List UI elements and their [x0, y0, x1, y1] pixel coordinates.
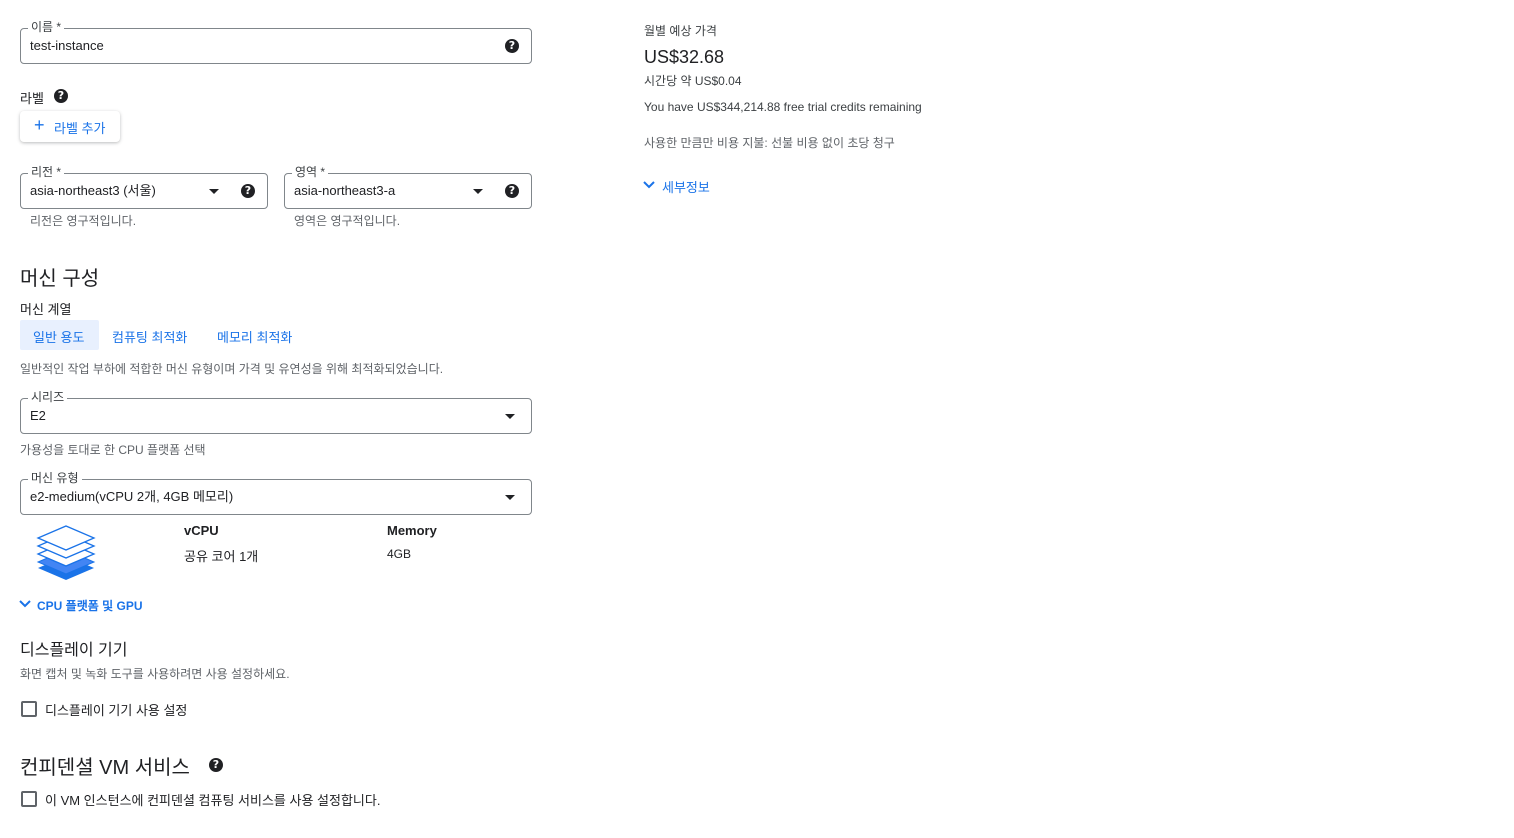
question-circle-icon[interactable]: ? [505, 184, 519, 198]
monthly-price: US$32.68 [644, 47, 725, 67]
machine-type-value: e2-medium(vCPU 2개, 4GB 메모리) [30, 489, 234, 504]
chevron-down-icon [643, 181, 655, 189]
name-field-label: 이름 * [28, 20, 65, 34]
series-value: E2 [30, 408, 46, 423]
region-select[interactable]: 리전 * asia-northeast3 (서울) ? [20, 165, 268, 209]
machine-config-title: 머신 구성 [20, 268, 100, 290]
name-field[interactable]: 이름 * test-instance ? [20, 20, 532, 64]
machine-type-select[interactable]: 머신 유형 e2-medium(vCPU 2개, 4GB 메모리) [20, 471, 532, 515]
display-device-description: 화면 캡처 및 녹화 도구를 사용하려면 사용 설정하세요. [20, 667, 290, 681]
confidential-vm-checkbox-label: 이 VM 인스턴스에 컨피덴셜 컴퓨팅 서비스를 사용 설정합니다. [45, 793, 381, 808]
zone-label: 영역 * [292, 165, 329, 179]
machine-family-description: 일반적인 작업 부하에 적합한 머신 유형이며 가격 및 유연성을 위해 최적화… [20, 362, 444, 376]
details-expander[interactable]: 세부정보 [642, 177, 722, 195]
tab-general-purpose[interactable]: 일반 용도 [20, 320, 99, 350]
region-value: asia-northeast3 (서울) [30, 183, 156, 198]
region-label: 리전 * [28, 165, 65, 179]
confidential-vm-title: 컨피덴셜 VM 서비스 [20, 757, 190, 779]
billing-note: 사용한 만큼만 비용 지불: 선불 비용 없이 초당 청구 [644, 136, 895, 150]
question-circle-icon[interactable]: ? [241, 184, 255, 198]
chevron-down-icon [19, 600, 31, 608]
cpu-gpu-expander[interactable]: CPU 플랫폼 및 GPU [18, 596, 158, 614]
chevron-down-icon [209, 189, 219, 194]
zone-value: asia-northeast3-a [294, 183, 396, 198]
chevron-down-icon [505, 495, 515, 500]
plus-icon: + [34, 115, 45, 135]
series-label: 시리즈 [28, 390, 68, 404]
vcpu-value: 공유 코어 1개 [184, 549, 259, 564]
name-input[interactable]: test-instance [30, 38, 104, 54]
tab-compute-optimized[interactable]: 컴퓨팅 최적화 [112, 327, 187, 346]
memory-value: 4GB [387, 547, 412, 561]
pricing-title: 월별 예상 가격 [644, 24, 717, 38]
chevron-down-icon [473, 189, 483, 194]
series-hint: 가용성을 토대로 한 CPU 플랫폼 선택 [20, 443, 206, 457]
labels-title: 라벨 [20, 91, 44, 106]
vcpu-header: vCPU [184, 523, 219, 538]
series-select[interactable]: 시리즈 E2 [20, 390, 532, 434]
details-link: 세부정보 [662, 180, 710, 195]
tab-general-purpose-label: 일반 용도 [33, 330, 85, 345]
zone-hint: 영역은 영구적입니다. [294, 214, 401, 228]
machine-family-label: 머신 계열 [20, 302, 72, 317]
cpu-gpu-link: CPU 플랫폼 및 GPU [37, 599, 143, 613]
zone-select[interactable]: 영역 * asia-northeast3-a ? [284, 165, 532, 209]
machine-stack-icon [36, 525, 96, 580]
region-hint: 리전은 영구적입니다. [30, 214, 137, 228]
chevron-down-icon [505, 414, 515, 419]
question-circle-icon[interactable]: ? [54, 89, 68, 103]
question-circle-icon[interactable]: ? [209, 758, 223, 772]
confidential-vm-checkbox[interactable] [21, 791, 37, 807]
add-label-button-text: 라벨 추가 [54, 121, 106, 136]
display-device-checkbox-label: 디스플레이 기기 사용 설정 [45, 703, 188, 718]
memory-header: Memory [387, 523, 437, 538]
hourly-price: 시간당 약 US$0.04 [644, 74, 742, 88]
display-device-title: 디스플레이 기기 [20, 642, 128, 659]
add-label-button[interactable]: + 라벨 추가 [20, 111, 120, 142]
display-device-checkbox[interactable] [21, 701, 37, 717]
trial-credits: You have US$344,214.88 free trial credit… [644, 100, 922, 114]
tab-memory-optimized[interactable]: 메모리 최적화 [217, 327, 292, 346]
question-circle-icon[interactable]: ? [505, 39, 519, 53]
machine-type-label: 머신 유형 [28, 471, 82, 485]
